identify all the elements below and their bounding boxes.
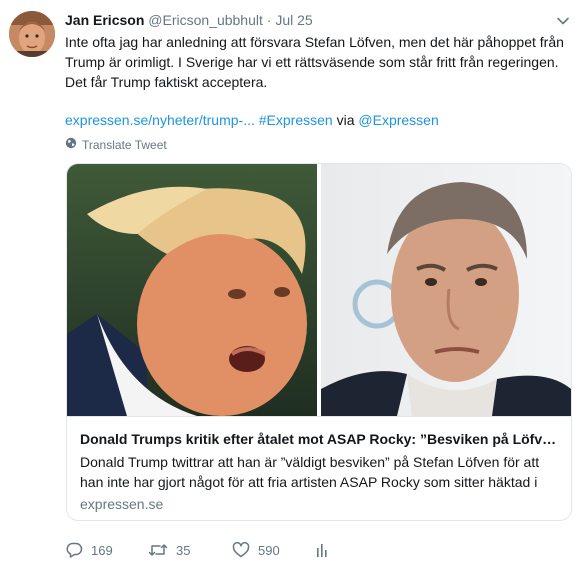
tweet-text: Inte ofta jag har anledning att försvara…: [65, 32, 570, 92]
card-domain: expressen.se: [80, 496, 164, 512]
avatar[interactable]: [9, 11, 55, 57]
card-title[interactable]: Donald Trumps kritik efter åtalet mot AS…: [80, 429, 560, 449]
card-body: Donald Trumps kritik efter åtalet mot AS…: [67, 416, 571, 520]
article-link[interactable]: expressen.se/nyheter/trump-...: [65, 112, 255, 128]
tweet-text-line: Det får Trump faktiskt acceptera.: [65, 74, 268, 90]
analytics-icon: [315, 541, 329, 559]
translate-tweet[interactable]: Translate Tweet: [65, 137, 167, 153]
reply-button[interactable]: 169: [65, 541, 148, 559]
reply-icon: [65, 541, 83, 559]
mention-link[interactable]: @Expressen: [358, 112, 438, 128]
card-image: [67, 164, 571, 416]
translate-label: Translate Tweet: [82, 138, 167, 152]
card-description: Donald Trump twittrar att han är ”väldig…: [80, 454, 540, 490]
heart-icon: [232, 541, 250, 559]
retweet-button[interactable]: 35: [148, 541, 232, 559]
separator: ·: [266, 12, 272, 28]
link-card[interactable]: Donald Trumps kritik efter åtalet mot AS…: [66, 163, 572, 521]
author-name[interactable]: Jan Ericson: [65, 12, 144, 28]
like-button[interactable]: 590: [232, 541, 315, 559]
tweet-header: Jan Ericson @Ericson_ubbhult · Jul 25: [65, 10, 552, 30]
tweet-actions: 169 35 590: [65, 540, 329, 560]
retweet-count: 35: [176, 542, 191, 558]
tweet-text-line: Trump är orimligt. I Sverige har vi ett …: [65, 54, 559, 70]
retweet-icon: [148, 541, 168, 559]
via-text: via: [336, 112, 355, 128]
hashtag-link[interactable]: #Expressen: [259, 112, 333, 128]
like-count: 590: [258, 542, 280, 558]
tweet-links: expressen.se/nyheter/trump-... #Expresse…: [65, 110, 439, 130]
author-handle[interactable]: @Ericson_ubbhult: [148, 12, 263, 28]
analytics-button[interactable]: [315, 541, 329, 559]
tweet-text-line: Inte ofta jag har anledning att försvara…: [65, 34, 564, 50]
chevron-down-icon[interactable]: [556, 14, 570, 28]
reply-count: 169: [91, 542, 113, 558]
tweet-date[interactable]: Jul 25: [275, 12, 312, 28]
globe-icon: [65, 137, 77, 153]
